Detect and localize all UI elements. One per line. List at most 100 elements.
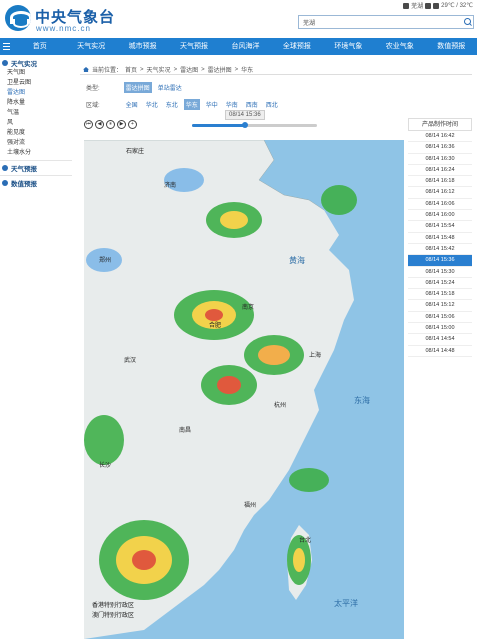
nav-item-typhoon[interactable]: 台风海洋 <box>220 38 271 55</box>
city-label-zhengzhou: 郑州 <box>99 258 112 264</box>
region-national-chip[interactable]: 全国 <box>124 99 140 110</box>
sidebar-item-visibility[interactable]: 能见度 <box>0 128 72 138</box>
timeline-slider[interactable] <box>192 122 317 128</box>
city-label-wuhan: 武汉 <box>124 358 137 364</box>
sidebar-item-weather-map[interactable]: 天气图 <box>0 68 72 78</box>
time-list-item[interactable]: 08/14 15:18 <box>408 289 472 301</box>
nav-item-global[interactable]: 全球预报 <box>271 38 322 55</box>
time-list-item[interactable]: 08/14 16:18 <box>408 176 472 188</box>
nmc-logo-icon[interactable] <box>5 5 31 31</box>
region-north-chip[interactable]: 华北 <box>144 99 160 110</box>
sidebar-section-forecast[interactable]: 天气预报 <box>0 163 72 173</box>
menu-icon[interactable] <box>0 38 14 55</box>
city-label-hangzhou: 杭州 <box>274 403 287 409</box>
region-south-chip[interactable]: 华南 <box>224 99 240 110</box>
time-list-item[interactable]: 08/14 16:36 <box>408 142 472 154</box>
sidebar-section-numerical[interactable]: 数值预报 <box>0 178 72 188</box>
divider <box>80 74 472 75</box>
time-list-item[interactable]: 08/14 15:30 <box>408 267 472 278</box>
sea-label-pacific: 太平洋 <box>334 599 358 608</box>
nav-item-numerical[interactable]: 数值预报 <box>426 38 477 55</box>
type-filter: 类型: 雷达拼图 单站雷达 <box>86 82 184 93</box>
sidebar-item-precipitation[interactable]: 降水量 <box>0 98 72 108</box>
site-url: www.nmc.cn <box>36 24 91 33</box>
sidebar-item-satellite[interactable]: 卫星云图 <box>0 78 72 88</box>
sidebar-section-observations[interactable]: 天气实况 <box>0 58 72 68</box>
time-list-item[interactable]: 08/14 15:12 <box>408 300 472 312</box>
time-list-item[interactable]: 08/14 16:24 <box>408 165 472 177</box>
region-central-chip[interactable]: 华中 <box>204 99 220 110</box>
forecast-icon <box>2 165 8 171</box>
breadcrumb-mosaic[interactable]: 雷达拼图 <box>208 65 232 74</box>
time-list-item[interactable]: 08/14 15:24 <box>408 278 472 290</box>
time-list-item[interactable]: 08/14 15:00 <box>408 323 472 335</box>
nav-item-observations[interactable]: 天气实况 <box>65 38 116 55</box>
nav-item-agriculture[interactable]: 农业气象 <box>374 38 425 55</box>
map-legend-macau: 澳门特别行政区 <box>92 613 135 619</box>
timeline-handle[interactable] <box>241 122 248 128</box>
region-east-chip[interactable]: 华东 <box>183 99 200 110</box>
sidebar-item-wind[interactable]: 风 <box>0 118 72 128</box>
time-list-item[interactable]: 08/14 14:48 <box>408 346 472 357</box>
region-northeast-chip[interactable]: 东北 <box>164 99 180 110</box>
time-list-item[interactable]: 08/14 15:54 <box>408 221 472 233</box>
sidebar-item-temperature[interactable]: 气温 <box>0 108 72 118</box>
breadcrumb: 当前位置： 首页 > 天气实况 > 雷达图 > 雷达拼图 > 华东 <box>83 65 253 74</box>
breadcrumb-radar[interactable]: 雷达图 <box>180 65 198 74</box>
time-list-item[interactable]: 08/14 16:06 <box>408 199 472 211</box>
sidebar-item-soil-moisture[interactable]: 土壤水分 <box>0 148 72 158</box>
map-legend-hongkong: 香港特别行政区 <box>92 603 135 609</box>
time-list-item[interactable]: 08/14 16:42 <box>408 131 472 143</box>
first-frame-icon[interactable]: ⏮ <box>84 120 93 129</box>
sidebar-item-radar[interactable]: 雷达图 <box>0 88 72 98</box>
product-time-list: 产品制作时间 08/14 16:42 08/14 16:36 08/14 16:30… <box>408 118 472 357</box>
next-frame-icon[interactable]: ▶ <box>117 120 126 129</box>
breadcrumb-east-china: 华东 <box>241 68 254 74</box>
numerical-icon <box>2 180 8 186</box>
sidebar-item-convection[interactable]: 强对流 <box>0 138 72 148</box>
header-weather: 芜湖 29℃ / 32℃ <box>403 1 473 10</box>
timeline-tooltip: 08/14 15:36 <box>225 110 265 120</box>
nav-item-environment[interactable]: 环境气象 <box>323 38 374 55</box>
search-icon[interactable] <box>462 15 474 29</box>
region-label: 区域: <box>86 103 100 109</box>
breadcrumb-home[interactable]: 首页 <box>125 65 137 74</box>
header-temperature: 29℃ / 32℃ <box>441 3 473 9</box>
time-list-item[interactable]: 08/14 16:12 <box>408 187 472 199</box>
time-list-item[interactable]: 08/14 15:48 <box>408 233 472 244</box>
time-list-item[interactable]: 08/14 16:30 <box>408 154 472 165</box>
time-list-item[interactable]: 08/14 15:42 <box>408 244 472 256</box>
divider <box>0 160 72 161</box>
time-list-item[interactable]: 08/14 14:54 <box>408 334 472 346</box>
radar-map-graphic <box>84 140 357 639</box>
nav-item-city-forecast[interactable]: 城市预报 <box>117 38 168 55</box>
radar-map[interactable]: 石家庄 济南 郑州 合肥 南京 上海 杭州 武汉 南昌 长沙 福州 台北 黄海 … <box>84 140 404 639</box>
pause-icon[interactable]: ⏸ <box>106 120 115 129</box>
nav-item-weather-forecast[interactable]: 天气预报 <box>168 38 219 55</box>
animation-controls: ⏮ ◀ ⏸ ▶ + <box>84 120 137 129</box>
sidebar-section-label: 天气实况 <box>11 61 37 68</box>
city-label-fuzhou: 福州 <box>244 503 257 509</box>
previous-frame-icon[interactable]: ◀ <box>95 120 104 129</box>
nav-item-home[interactable]: 首页 <box>14 38 65 55</box>
main-nav: 首页 天气实况 城市预报 天气预报 台风海洋 全球预报 环境气象 农业气象 数值… <box>0 38 477 55</box>
time-list-item[interactable]: 08/14 15:36 <box>408 255 472 267</box>
time-list-item[interactable]: 08/14 15:06 <box>408 312 472 324</box>
type-single-station-chip[interactable]: 单站雷达 <box>156 82 184 93</box>
region-northwest-chip[interactable]: 西北 <box>264 99 280 110</box>
timeline-progress <box>192 124 245 127</box>
type-mosaic-chip[interactable]: 雷达拼图 <box>123 82 152 93</box>
header-city[interactable]: 芜湖 <box>411 1 423 10</box>
region-southwest-chip[interactable]: 西南 <box>244 99 260 110</box>
sidebar-section-label: 数值预报 <box>11 181 37 188</box>
zoom-in-icon[interactable]: + <box>128 120 137 129</box>
divider <box>0 175 72 176</box>
home-icon <box>83 67 89 72</box>
breadcrumb-observations[interactable]: 天气实况 <box>147 65 171 74</box>
sea-label-yellow-sea: 黄海 <box>289 256 305 265</box>
city-label-shijiazhuang: 石家庄 <box>126 149 145 155</box>
sea-label-east-china-sea: 东海 <box>354 396 370 405</box>
time-list-item[interactable]: 08/14 16:00 <box>408 210 472 222</box>
search-input[interactable]: 芜湖 <box>298 15 463 29</box>
site-header: 中央气象台 www.nmc.cn 芜湖 29℃ / 32℃ 芜湖 <box>0 0 477 38</box>
